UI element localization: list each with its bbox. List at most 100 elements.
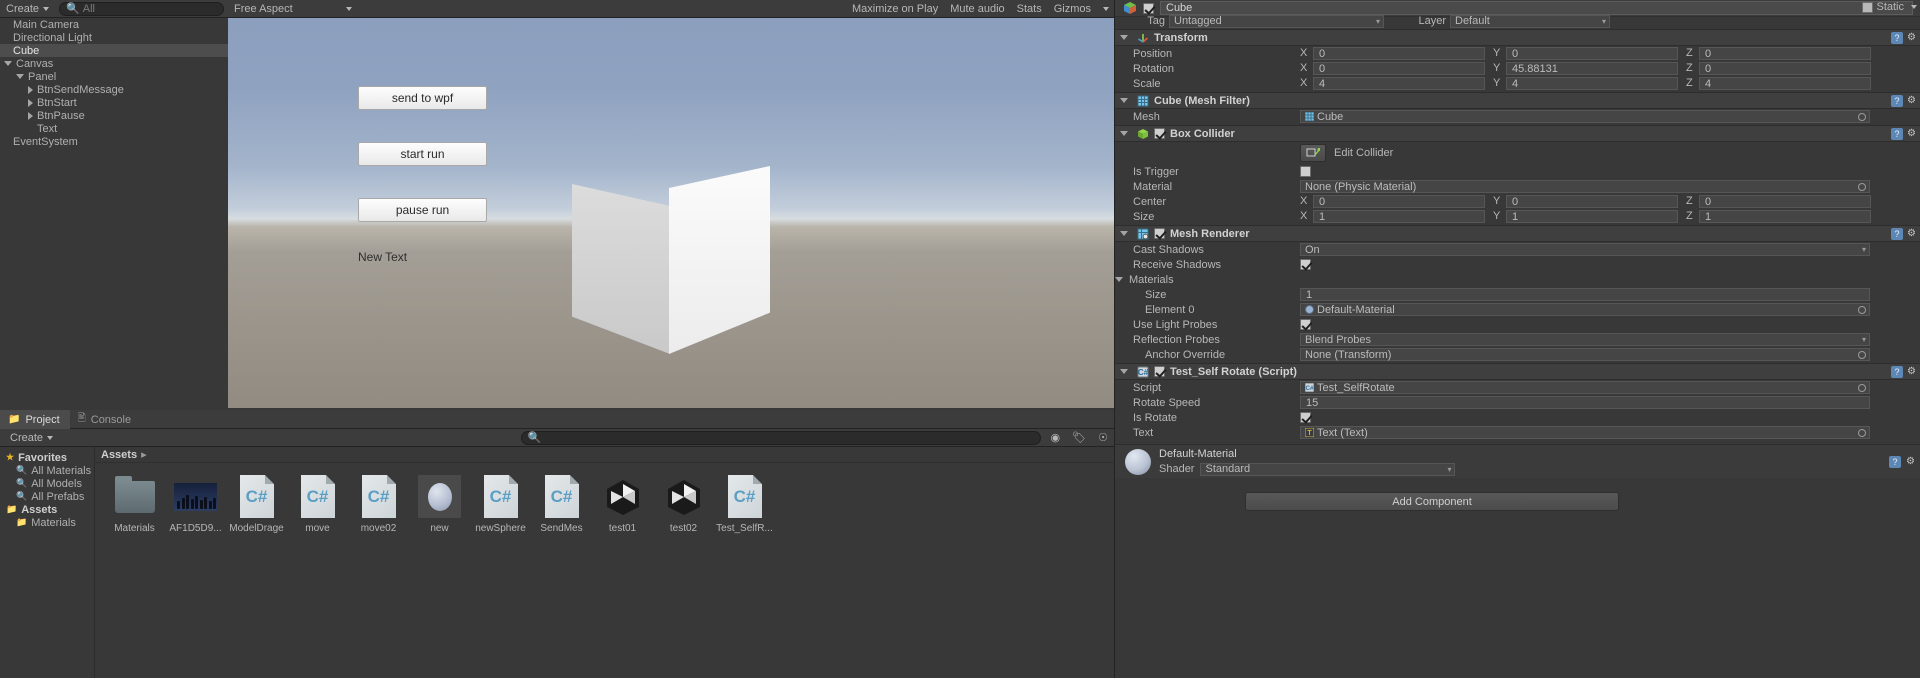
hierarchy-item-btnsendmessage[interactable]: BtnSendMessage bbox=[0, 83, 228, 96]
field-center-x[interactable]: 0 bbox=[1313, 195, 1485, 208]
component-header[interactable]: Cube (Mesh Filter)? ⚙ bbox=[1115, 92, 1920, 109]
field-element-0[interactable]: Default-Material bbox=[1300, 303, 1870, 316]
checkbox-receive-shadows[interactable] bbox=[1300, 259, 1311, 270]
chevron-down-icon[interactable] bbox=[4, 61, 12, 66]
hierarchy-item-canvas[interactable]: Canvas bbox=[0, 57, 228, 70]
component-enabled-checkbox[interactable] bbox=[1154, 128, 1165, 139]
gear-icon[interactable]: ⚙ bbox=[1906, 456, 1915, 468]
object-picker-icon[interactable] bbox=[1858, 429, 1866, 437]
pause-run-button[interactable]: pause run bbox=[358, 198, 487, 222]
hierarchy-item-directional-light[interactable]: Directional Light bbox=[0, 31, 228, 44]
project-create-button[interactable]: Create bbox=[4, 430, 59, 446]
help-icon[interactable]: ? bbox=[1891, 94, 1904, 107]
gameobject-enabled-checkbox[interactable] bbox=[1143, 2, 1154, 14]
object-picker-icon[interactable] bbox=[1858, 113, 1866, 121]
asset-item[interactable]: C# move02 bbox=[357, 475, 400, 534]
filter-by-label-button[interactable]: 🏷 bbox=[1066, 430, 1092, 446]
field-size-x[interactable]: 1 bbox=[1313, 210, 1485, 223]
chevron-down-icon[interactable] bbox=[1120, 131, 1128, 136]
field-size-z[interactable]: 1 bbox=[1699, 210, 1871, 223]
mute-audio-toggle[interactable]: Mute audio bbox=[944, 1, 1010, 17]
asset-item[interactable]: C# ModelDrage bbox=[229, 475, 284, 534]
checkbox-use-light-probes[interactable] bbox=[1300, 319, 1311, 330]
game-render-surface[interactable]: send to wpf start run pause run New Text bbox=[228, 18, 1114, 408]
field-rotation-x[interactable]: 0 bbox=[1313, 62, 1485, 75]
dropdown-cast-shadows[interactable]: On ▾ bbox=[1300, 243, 1870, 256]
asset-item[interactable]: Materials bbox=[113, 475, 156, 534]
object-picker-icon[interactable] bbox=[1858, 306, 1866, 314]
field-scale-z[interactable]: 4 bbox=[1699, 77, 1871, 90]
asset-item[interactable]: C# SendMes bbox=[540, 475, 583, 534]
project-tree-item-materials[interactable]: 📁 Materials bbox=[0, 516, 94, 529]
field-rotation-y[interactable]: 45.88131 bbox=[1506, 62, 1678, 75]
checkbox-is-trigger[interactable] bbox=[1300, 166, 1311, 177]
add-component-button[interactable]: Add Component bbox=[1245, 492, 1619, 511]
help-icon[interactable]: ? bbox=[1891, 31, 1904, 44]
breadcrumb[interactable]: Assets ▸ bbox=[95, 447, 1114, 463]
gear-icon[interactable]: ⚙ bbox=[1907, 32, 1916, 43]
gear-icon[interactable]: ⚙ bbox=[1907, 128, 1916, 139]
field-rotation-z[interactable]: 0 bbox=[1699, 62, 1871, 75]
tab-project[interactable]: 📁 Project bbox=[0, 410, 70, 429]
project-tree-item-all-models[interactable]: 🔍 All Models bbox=[0, 477, 94, 490]
hierarchy-create-button[interactable]: Create bbox=[0, 1, 55, 17]
hierarchy-item-btnpause[interactable]: BtnPause bbox=[0, 109, 228, 122]
hierarchy-item-panel[interactable]: Panel bbox=[0, 70, 228, 83]
chevron-down-icon[interactable] bbox=[1120, 98, 1128, 103]
chevron-down-icon[interactable] bbox=[1120, 35, 1128, 40]
chevron-down-icon[interactable] bbox=[1120, 369, 1128, 374]
asset-item[interactable]: C# newSphere bbox=[475, 475, 526, 534]
stats-toggle[interactable]: Stats bbox=[1011, 1, 1048, 17]
help-icon[interactable]: ? bbox=[1889, 455, 1902, 468]
edit-collider-button[interactable] bbox=[1300, 144, 1326, 162]
object-picker-icon[interactable] bbox=[1858, 384, 1866, 392]
help-icon[interactable]: ? bbox=[1891, 365, 1904, 378]
help-icon[interactable]: ? bbox=[1891, 227, 1904, 240]
filter-by-type-button[interactable]: ◉ bbox=[1045, 430, 1067, 446]
field-size[interactable]: 1 bbox=[1300, 288, 1870, 301]
field-mesh[interactable]: Cube bbox=[1300, 110, 1870, 123]
field-position-y[interactable]: 0 bbox=[1506, 47, 1678, 60]
shader-dropdown[interactable]: Standard ▾ bbox=[1200, 462, 1456, 476]
gameobject-name-field[interactable]: Cube bbox=[1160, 1, 1913, 15]
lock-icon[interactable]: ☉ bbox=[1092, 430, 1114, 446]
chevron-down-icon[interactable] bbox=[16, 74, 24, 79]
tag-dropdown[interactable]: Untagged ▾ bbox=[1169, 14, 1384, 28]
gizmos-chevron[interactable] bbox=[1097, 1, 1114, 17]
field-size-y[interactable]: 1 bbox=[1506, 210, 1678, 223]
asset-item[interactable]: test01 bbox=[601, 475, 644, 534]
component-header[interactable]: C# Test_Self Rotate (Script)? ⚙ bbox=[1115, 363, 1920, 380]
tab-console[interactable]: 🖹 Console bbox=[70, 410, 141, 429]
maximize-on-play-toggle[interactable]: Maximize on Play bbox=[846, 1, 944, 17]
hierarchy-search-input[interactable]: 🔍 All bbox=[59, 1, 224, 16]
chevron-right-icon[interactable] bbox=[28, 85, 33, 94]
static-toggle[interactable]: Static bbox=[1862, 1, 1917, 13]
start-run-button[interactable]: start run bbox=[358, 142, 487, 166]
layer-dropdown[interactable]: Default ▾ bbox=[1450, 14, 1610, 28]
project-search-input[interactable]: 🔍 bbox=[520, 430, 1041, 445]
project-tree-item-all-prefabs[interactable]: 🔍 All Prefabs bbox=[0, 490, 94, 503]
chevron-right-icon[interactable] bbox=[28, 98, 33, 107]
component-header[interactable]: Box Collider? ⚙ bbox=[1115, 125, 1920, 142]
field-scale-x[interactable]: 4 bbox=[1313, 77, 1485, 90]
field-rotate-speed[interactable]: 15 bbox=[1300, 396, 1870, 409]
chevron-right-icon[interactable] bbox=[28, 111, 33, 120]
field-center-z[interactable]: 0 bbox=[1699, 195, 1871, 208]
field-scale-y[interactable]: 4 bbox=[1506, 77, 1678, 90]
project-tree-item-all-materials[interactable]: 🔍 All Materials bbox=[0, 464, 94, 477]
hierarchy-item-text[interactable]: Text bbox=[0, 122, 228, 135]
project-tree-item-assets[interactable]: 📁 Assets bbox=[0, 503, 94, 516]
field-text[interactable]: T Text (Text) bbox=[1300, 426, 1870, 439]
field-position-z[interactable]: 0 bbox=[1699, 47, 1871, 60]
object-picker-icon[interactable] bbox=[1858, 351, 1866, 359]
hierarchy-item-main-camera[interactable]: Main Camera bbox=[0, 18, 228, 31]
asset-item[interactable]: C# move bbox=[296, 475, 339, 534]
gear-icon[interactable]: ⚙ bbox=[1907, 366, 1916, 377]
component-enabled-checkbox[interactable] bbox=[1154, 228, 1165, 239]
asset-item[interactable]: new bbox=[418, 475, 461, 534]
static-checkbox[interactable] bbox=[1862, 1, 1874, 13]
help-icon[interactable]: ? bbox=[1891, 127, 1904, 140]
component-header[interactable]: Mesh Renderer? ⚙ bbox=[1115, 225, 1920, 242]
field-script[interactable]: C# Test_SelfRotate bbox=[1300, 381, 1870, 394]
asset-item[interactable]: test02 bbox=[662, 475, 705, 534]
